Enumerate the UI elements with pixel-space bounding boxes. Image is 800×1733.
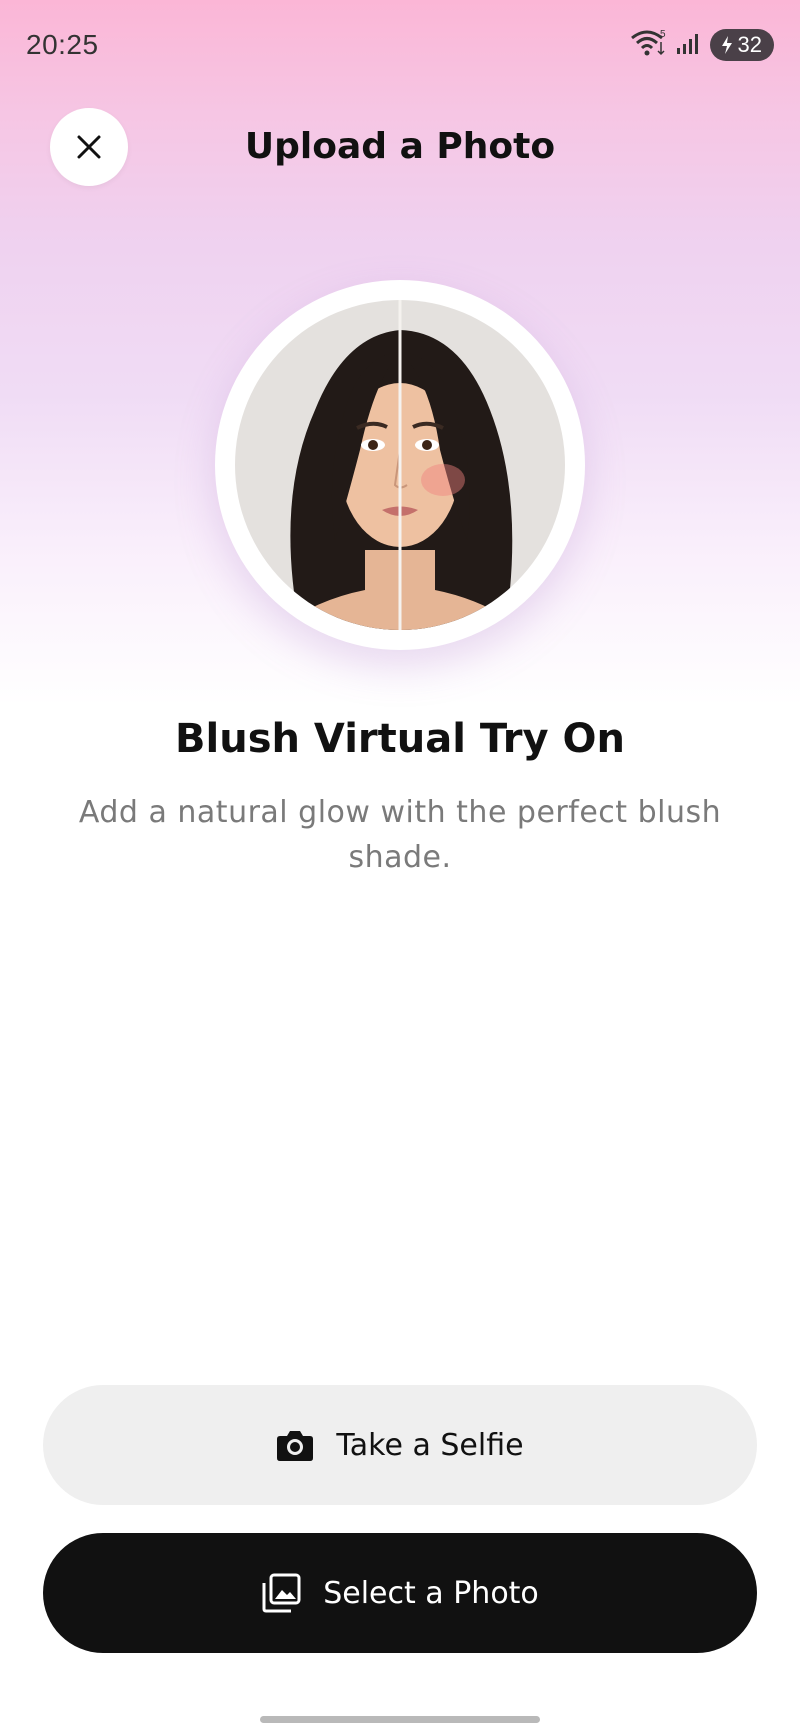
take-selfie-label: Take a Selfie [336,1427,524,1463]
camera-icon [277,1431,314,1461]
signal-icon [676,30,702,60]
battery-level: 32 [737,32,762,57]
feature-title: Blush Virtual Try On [175,716,625,762]
take-selfie-button[interactable]: Take a Selfie [43,1385,757,1505]
status-icons: 5 32 [630,28,774,62]
battery-icon: 32 [709,29,774,61]
hero-image-frame [215,280,585,650]
charging-bolt-icon [721,36,732,54]
gallery-icon [262,1573,301,1613]
home-indicator[interactable] [260,1716,540,1723]
page-title: Upload a Photo [244,126,556,167]
svg-text:5: 5 [660,29,666,40]
wifi-icon: 5 [630,28,668,62]
select-photo-label: Select a Photo [323,1575,539,1611]
header: Upload a Photo [0,108,800,188]
select-photo-button[interactable]: Select a Photo [43,1533,757,1653]
status-time: 20:25 [26,29,99,60]
status-bar: 20:25 5 32 [0,0,800,90]
feature-description: Add a natural glow with the perfect blus… [78,795,722,875]
hero-portrait-image [235,300,565,630]
